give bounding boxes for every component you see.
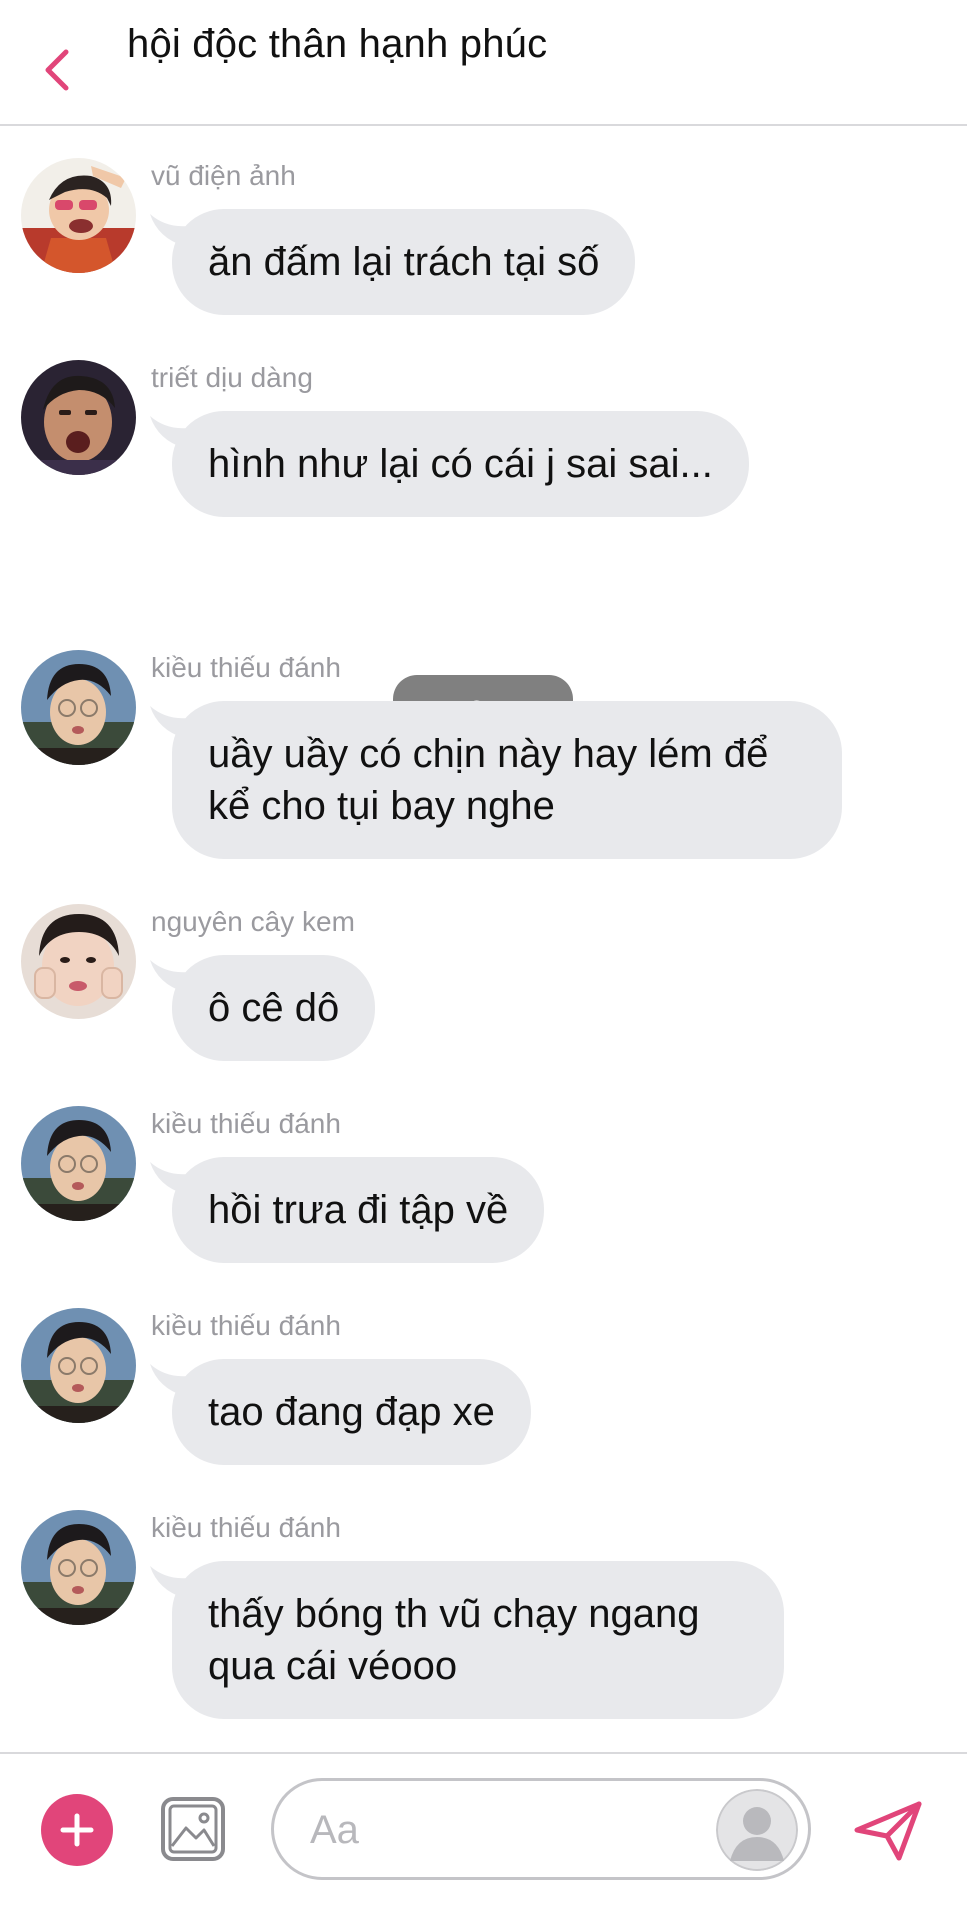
message-input[interactable]: [310, 1801, 670, 1859]
message-bubble[interactable]: hồi trưa đi tập về: [172, 1157, 545, 1263]
sender-name: triết dịu dàng: [151, 362, 313, 393]
sender-name: kiều thiếu đánh: [151, 1108, 341, 1139]
avatar[interactable]: [21, 1510, 136, 1625]
message-input-container: [271, 1778, 811, 1880]
chat-title: hội độc thân hạnh phúc: [127, 22, 548, 66]
send-button[interactable]: [853, 1800, 923, 1862]
sender-name: kiều thiếu đánh: [151, 1512, 341, 1543]
message-bubble[interactable]: thấy bóng th vũ chạy ngang qua cái véooo: [172, 1561, 784, 1719]
message-bubble[interactable]: ô cê dô: [172, 955, 376, 1061]
profile-avatar-button[interactable]: [716, 1789, 798, 1871]
sender-name: kiều thiếu đánh: [151, 652, 341, 683]
avatar-nguyen-cay-kem: [21, 904, 136, 1019]
message-bubble[interactable]: hình như lại có cái j sai sai...: [172, 411, 749, 517]
sender-name: kiều thiếu đánh: [151, 1310, 341, 1341]
image-button[interactable]: [160, 1796, 226, 1862]
avatar-kieu-thieu-danh: [21, 1308, 136, 1423]
avatar[interactable]: [21, 158, 136, 273]
image-icon: [161, 1797, 225, 1861]
avatar-kieu-thieu-danh: [21, 1510, 136, 1625]
avatar-triet-diu-dang: [21, 360, 136, 475]
avatar[interactable]: [21, 904, 136, 1019]
message-bubble[interactable]: uầy uầy có chịn này hay lém để kể cho tụ…: [172, 701, 842, 859]
avatar[interactable]: [21, 1308, 136, 1423]
sender-name: nguyên cây kem: [151, 906, 355, 937]
composer-bar: [0, 1752, 967, 1920]
chevron-left-icon: [45, 49, 69, 91]
add-button[interactable]: [41, 1794, 113, 1866]
message-list[interactable]: vũ điện ảnh ăn đấm lại trách tại số triế…: [0, 128, 967, 1750]
message-bubble[interactable]: tao đang đạp xe: [172, 1359, 531, 1465]
plus-icon: [60, 1813, 94, 1847]
back-button[interactable]: [38, 46, 78, 94]
avatar-kieu-thieu-danh: [21, 650, 136, 765]
avatar[interactable]: [21, 1106, 136, 1221]
avatar[interactable]: [21, 360, 136, 475]
default-avatar-icon: [716, 1789, 798, 1871]
message-bubble[interactable]: ăn đấm lại trách tại số: [172, 209, 636, 315]
send-icon: [854, 1801, 922, 1861]
avatar-kieu-thieu-danh: [21, 1106, 136, 1221]
sender-name: vũ điện ảnh: [151, 160, 296, 191]
chat-header: hội độc thân hạnh phúc: [0, 0, 967, 126]
avatar-vu-dien-anh: [21, 158, 136, 273]
avatar[interactable]: [21, 650, 136, 765]
